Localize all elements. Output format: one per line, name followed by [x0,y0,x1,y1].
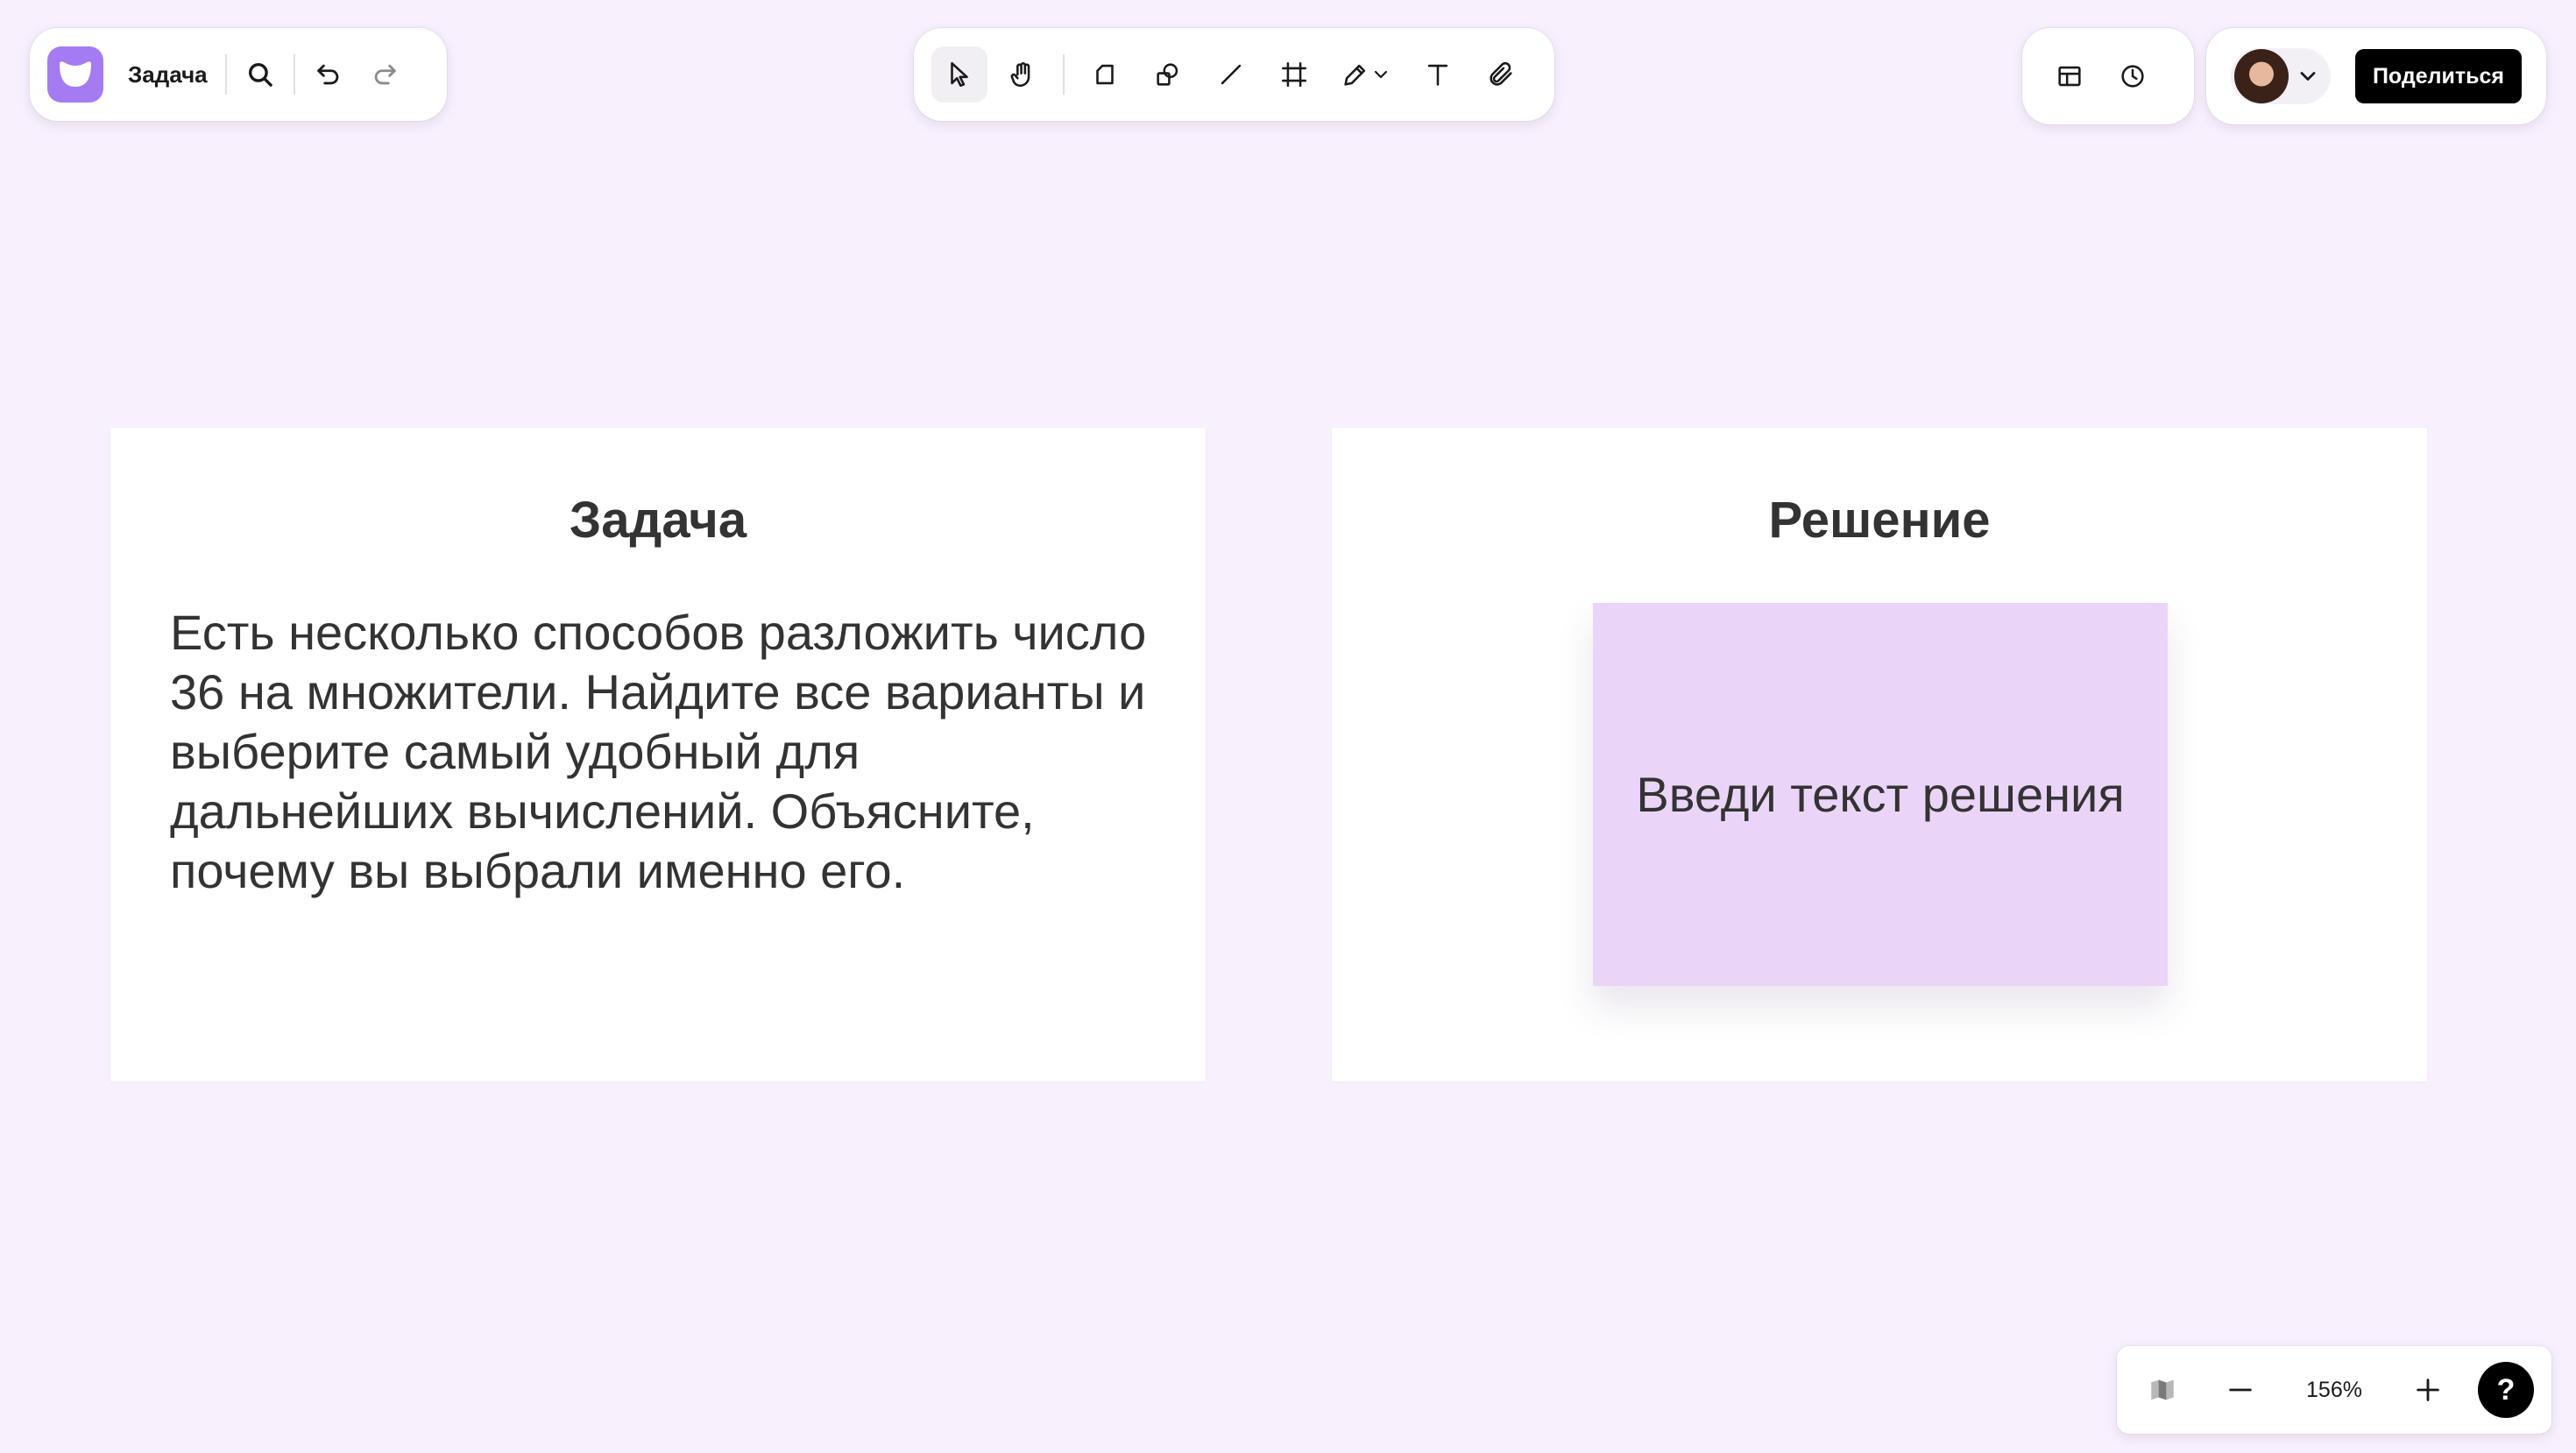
solution-card-title: Решение [1768,492,1991,549]
top-left-toolbar: Задача [30,28,447,121]
zoom-toolbar: 156% ? [2117,1346,2551,1434]
task-card[interactable]: Задача Есть несколько способов разложить… [110,428,1206,1081]
task-card-title: Задача [569,492,747,549]
pen-tool[interactable] [1329,46,1403,103]
solution-sticky-note[interactable]: Введи текст решения [1593,603,2168,986]
zoom-in-button[interactable] [2400,1362,2456,1418]
tools-toolbar [914,28,1554,121]
history-button[interactable] [2105,48,2161,104]
divider [1063,54,1065,95]
undo-button[interactable] [301,46,357,103]
text-icon [1427,64,1448,86]
line-tool[interactable] [1203,46,1259,103]
history-clock-icon [2121,65,2144,88]
pen-icon [1344,64,1366,86]
frame-icon [1281,61,1307,88]
zoom-level[interactable]: 156% [2290,1378,2378,1403]
avatar [2234,49,2289,103]
redo-button[interactable] [357,46,413,103]
attachment-icon [1490,61,1512,86]
shapes-icon [1157,63,1178,86]
minimap-button[interactable] [2134,1362,2190,1418]
minus-icon [2229,1388,2252,1392]
line-icon [1221,64,1242,85]
undo-icon [316,64,338,85]
map-icon [2151,1379,2174,1400]
chevron-down-icon [1374,70,1388,79]
search-button[interactable] [232,46,288,103]
view-toolbar [2022,28,2194,124]
share-button[interactable]: Поделиться [2354,49,2522,103]
layout-icon [2058,66,2081,87]
chevron-down-icon [2300,72,2316,81]
select-tool[interactable] [931,46,987,103]
account-toolbar: Поделиться [2206,28,2546,124]
sticky-note-tool[interactable] [1077,46,1133,103]
solution-card[interactable]: Решение Введи текст решения [1332,428,2427,1081]
hand-tool[interactable] [994,46,1051,103]
logo-icon [60,61,91,87]
help-button[interactable]: ? [2478,1362,2534,1418]
divider [293,54,295,95]
layout-button[interactable] [2042,48,2098,104]
zoom-out-button[interactable] [2212,1362,2268,1418]
redo-icon [374,64,396,85]
sticky-note-icon [1096,64,1114,85]
user-menu[interactable] [2231,48,2331,104]
search-icon [248,62,272,87]
plus-icon [2417,1379,2439,1401]
select-cursor-icon [951,61,968,88]
frame-tool[interactable] [1266,46,1322,103]
board-title[interactable]: Задача [128,61,208,89]
hand-icon [1010,62,1030,88]
app-logo[interactable] [47,46,103,103]
text-tool[interactable] [1410,46,1466,103]
divider [224,54,227,95]
shapes-tool[interactable] [1140,46,1196,103]
task-card-text: Есть несколько способов разложить число … [170,605,1147,898]
attachment-tool[interactable] [1473,46,1529,103]
